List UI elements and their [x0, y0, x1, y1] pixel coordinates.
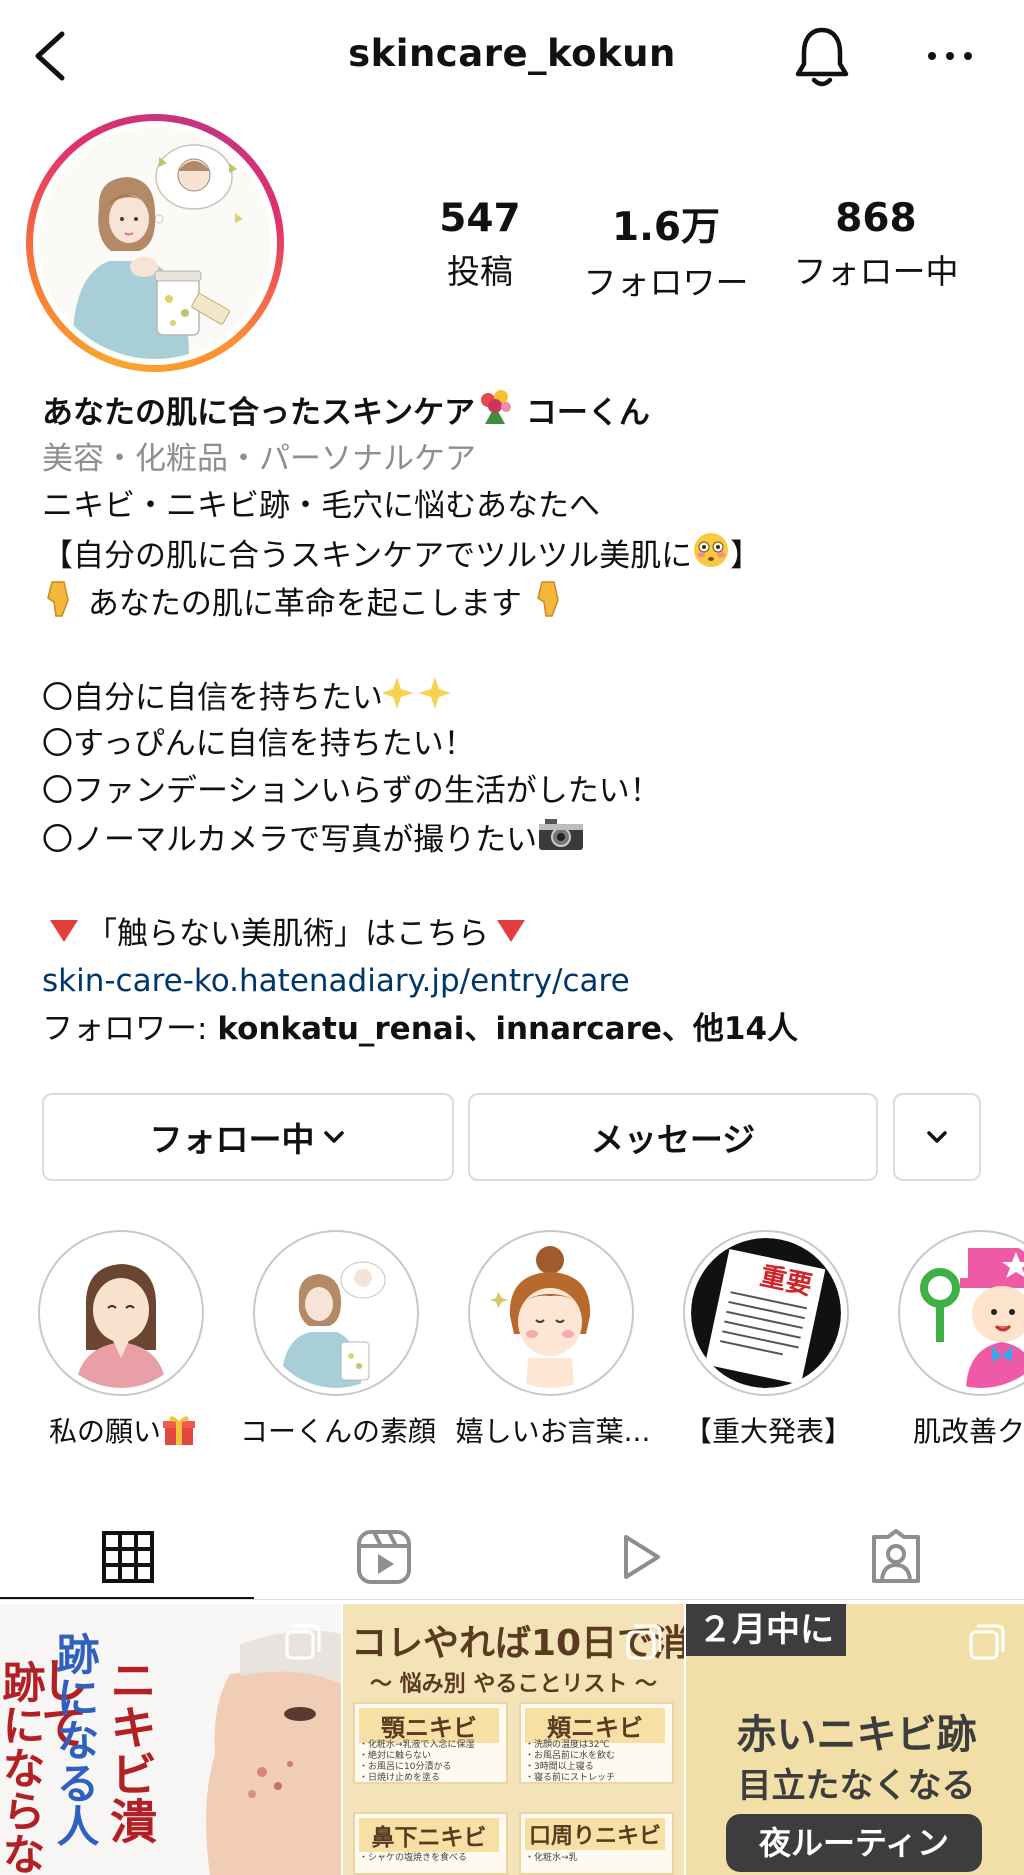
- bio-line-2: 【自分の肌に合うスキンケアでツルツル美肌に】: [42, 531, 1002, 579]
- highlight-label: コーくんの素顔: [239, 1415, 436, 1448]
- highlight-label: 私の願い: [8, 1410, 238, 1454]
- highlight-label: 【重大発表】: [683, 1415, 852, 1448]
- avatar: [39, 127, 271, 359]
- bio-line-1: ニキビ・ニキビ跡・毛穴に悩むあなたへ: [42, 488, 600, 524]
- tab-divider: [0, 1599, 1024, 1600]
- more-horizontal-icon: [928, 52, 972, 60]
- bio-line-4: 〇自分に自信を持ちたい: [42, 673, 1002, 721]
- highlight-label: 肌改善クイ: [912, 1415, 1024, 1448]
- following-label: フォロー中: [793, 252, 959, 291]
- red-triangle-down-icon: [42, 911, 86, 959]
- multiple-posts-icon: [626, 1624, 662, 1660]
- post-thumbnail[interactable]: コレやれば10日で消え 〜 悩み別 やることリスト 〜 顎ニキビ 頬ニキビ ・化…: [343, 1604, 684, 1875]
- post-thumbnail[interactable]: ニキビ潰して 跡になる人 跡にならない: [0, 1604, 341, 1875]
- post-list: ・シャケの塩焼きを食べる: [359, 1853, 468, 1863]
- reels-icon: [357, 1530, 411, 1584]
- posts-label: 投稿: [447, 252, 513, 291]
- followed-by[interactable]: フォロワー: konkatu_renai、innarcare、他14人: [42, 1006, 1002, 1054]
- post-subtitle: 〜 悩み別 やることリスト 〜: [370, 1672, 657, 1697]
- bouquet-icon: [475, 388, 515, 441]
- followers-stat[interactable]: 1.6万 フォロワー: [566, 196, 766, 304]
- chevron-down-icon: [927, 1131, 947, 1143]
- suggested-accounts-button[interactable]: [893, 1093, 981, 1181]
- highlight-cover: [476, 1238, 626, 1388]
- highlight-label: 嬉しいお言葉...: [455, 1415, 651, 1448]
- post-tag: ２月中に: [686, 1604, 846, 1656]
- flushed-face-icon: [692, 531, 730, 584]
- camera-icon: [537, 816, 585, 867]
- bell-icon: [795, 27, 849, 87]
- bio-line-3: あなたの肌に革命を起こします: [42, 578, 1002, 626]
- posts-grid: ニキビ潰して 跡になる人 跡にならない コレやれば10日で消え 〜 悩み別 やる…: [0, 1604, 1024, 1875]
- highlight-cover: [261, 1238, 411, 1388]
- highlight-cover: [906, 1238, 1024, 1388]
- post-list: ・化粧水→乳液で入念に保湿 ・絶対に触らない ・お風呂に10分漬かる ・日焼け止めを…: [359, 1740, 475, 1783]
- profile-display-name: あなたの肌に合ったスキンケア コーくん: [42, 388, 1002, 436]
- post-box-label: 顎ニキビ: [359, 1708, 499, 1743]
- posts-count: 547: [439, 196, 521, 241]
- sparkles-icon: [381, 673, 463, 726]
- gift-icon: [161, 1413, 197, 1454]
- bio-link[interactable]: skin-care-ko.hatenadiary.jp/entry/care: [42, 958, 1002, 1006]
- post-list: ・化粧水→乳: [525, 1853, 578, 1863]
- post-thumbnail[interactable]: ２月中に 赤いニキビ跡 目立たなくなる 夜ルーティン: [686, 1604, 1024, 1875]
- profile-stats: 547 投稿 1.6万 フォロワー 868 フォロー中: [380, 196, 1000, 302]
- bio-line-8: 「触らない美肌術」はこちら: [42, 911, 1002, 959]
- avatar-illustration: [72, 144, 243, 359]
- profile-header: skincare_kokun: [0, 0, 1024, 112]
- play-icon: [624, 1535, 660, 1579]
- profile-category: 美容・化粧品・パーソナルケア: [42, 440, 476, 477]
- bio-spacer: [42, 626, 1002, 674]
- tab-tagged[interactable]: [768, 1512, 1024, 1602]
- highlight-cover: 重要: [691, 1238, 841, 1388]
- more-options-button[interactable]: [920, 34, 980, 74]
- bio-line-5: 〇すっぴんに自信を持ちたい！: [42, 725, 475, 762]
- profile-bio: あなたの肌に合ったスキンケア コーくん 美容・化粧品・パーソナルケア ニキビ・ニ…: [42, 388, 1002, 1053]
- profile-tabs: [0, 1512, 1024, 1602]
- post-list: ・洗顔の温度は32℃ ・お風呂前に水を飲む ・3時間以上寝る ・寝る前にストレッチ: [525, 1740, 616, 1783]
- following-button[interactable]: フォロー中: [42, 1093, 454, 1181]
- following-count: 868: [835, 196, 917, 241]
- post-box-label: 頬ニキビ: [525, 1708, 665, 1743]
- post-text: 跡にならない: [0, 1660, 45, 1875]
- post-box-label: 口周りニキビ: [525, 1818, 665, 1850]
- posts-stat[interactable]: 547 投稿: [380, 196, 580, 293]
- multiple-posts-icon: [285, 1624, 321, 1660]
- tab-grid[interactable]: [0, 1512, 256, 1602]
- post-badge: 夜ルーティン: [726, 1814, 982, 1872]
- story-ring[interactable]: [26, 114, 284, 372]
- tab-reels[interactable]: [256, 1512, 512, 1602]
- bio-line-6: 〇ファンデーションいらずの生活がしたい！: [42, 773, 661, 809]
- tagged-person-icon: [872, 1529, 920, 1583]
- post-line-1: 赤いニキビ跡: [736, 1712, 977, 1758]
- pointing-down-icon: [532, 578, 568, 633]
- followers-count: 1.6万: [611, 205, 721, 250]
- post-line-2: 目立たなくなる: [737, 1766, 976, 1806]
- chevron-down-icon: [323, 1131, 344, 1143]
- notifications-button[interactable]: [790, 24, 854, 92]
- post-text: 跡になる人: [49, 1632, 99, 1847]
- grid-icon: [102, 1531, 154, 1583]
- following-stat[interactable]: 868 フォロー中: [776, 196, 976, 293]
- post-box-label: 鼻下ニキビ: [359, 1818, 499, 1852]
- pointing-down-icon: [42, 578, 78, 633]
- tab-video[interactable]: [512, 1512, 768, 1602]
- followers-label: フォロワー: [583, 263, 749, 302]
- multiple-posts-icon: [969, 1624, 1005, 1660]
- bio-spacer: [42, 863, 1002, 911]
- profile-username: skincare_kokun: [348, 32, 676, 75]
- message-button[interactable]: メッセージ: [468, 1093, 878, 1181]
- bio-line-7: 〇ノーマルカメラで写真が撮りたい: [42, 816, 1002, 864]
- red-triangle-down-icon: [489, 911, 533, 959]
- highlight-cover: [46, 1238, 196, 1388]
